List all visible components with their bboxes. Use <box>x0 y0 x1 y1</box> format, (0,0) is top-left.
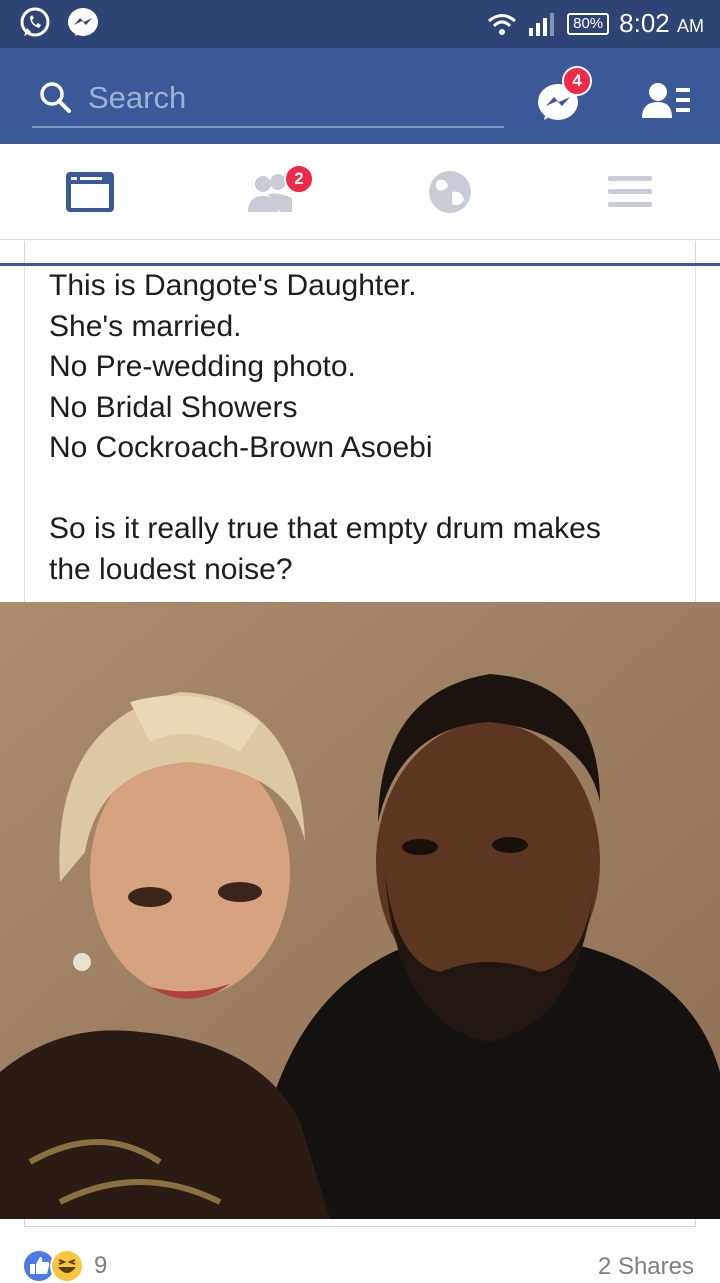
post-text-line: This is Dangote's Daughter. <box>49 269 417 302</box>
post-photo[interactable] <box>0 602 720 1219</box>
clock: 8:02 AM <box>619 8 704 39</box>
system-status: 80% 8:02 AM <box>487 8 704 39</box>
messenger-button[interactable]: 4 <box>532 66 592 128</box>
signal-icon <box>529 12 555 36</box>
notification-icons <box>18 6 100 40</box>
search-bar[interactable] <box>32 72 504 128</box>
friend-list-button[interactable] <box>638 72 694 128</box>
post-text-line: She's married. <box>49 309 242 343</box>
app-header: 4 <box>0 48 720 144</box>
post-frame-bottom <box>24 1219 696 1227</box>
tab-notifications[interactable] <box>360 144 540 240</box>
battery-icon: 80% <box>567 12 610 35</box>
tab-news-feed[interactable] <box>0 144 180 240</box>
post-text-line: the loudest noise? <box>49 552 293 586</box>
post-image-text: This is Dangote's Daughter. She's marrie… <box>24 266 696 602</box>
hamburger-icon <box>608 176 652 207</box>
clock-ampm: AM <box>677 16 704 36</box>
globe-icon <box>429 171 471 213</box>
messenger-badge: 4 <box>562 66 592 96</box>
tab-friend-requests[interactable]: 2 <box>180 144 360 240</box>
post-text-line: No Pre-wedding photo. <box>49 350 356 384</box>
couple-photo <box>0 602 720 1219</box>
reaction-count: 9 <box>94 1252 108 1279</box>
friend-requests-badge: 2 <box>284 164 314 194</box>
shares-count[interactable]: 2 Shares <box>598 1253 694 1281</box>
wifi-icon <box>488 13 517 35</box>
post-text-line: No Bridal Showers <box>49 390 298 424</box>
tab-bar: 2 <box>0 144 720 240</box>
clock-time: 8:02 <box>619 8 670 38</box>
search-input[interactable] <box>88 76 488 120</box>
news-feed: This is Dangote's Daughter. She's marrie… <box>0 241 720 1283</box>
post-text-line: So is it really true that empty drum mak… <box>49 511 601 545</box>
haha-icon <box>50 1249 84 1283</box>
messenger-icon <box>68 8 98 36</box>
friend-list-icon <box>642 83 690 118</box>
reaction-summary[interactable]: 9 <box>22 1249 107 1283</box>
status-bar: 80% 8:02 AM <box>0 0 720 48</box>
whatsapp-icon <box>20 7 50 37</box>
search-icon <box>40 82 71 113</box>
news-feed-icon <box>66 172 114 212</box>
post-text-line: No Cockroach-Brown Asoebi <box>49 431 433 465</box>
tab-menu[interactable] <box>540 144 720 240</box>
